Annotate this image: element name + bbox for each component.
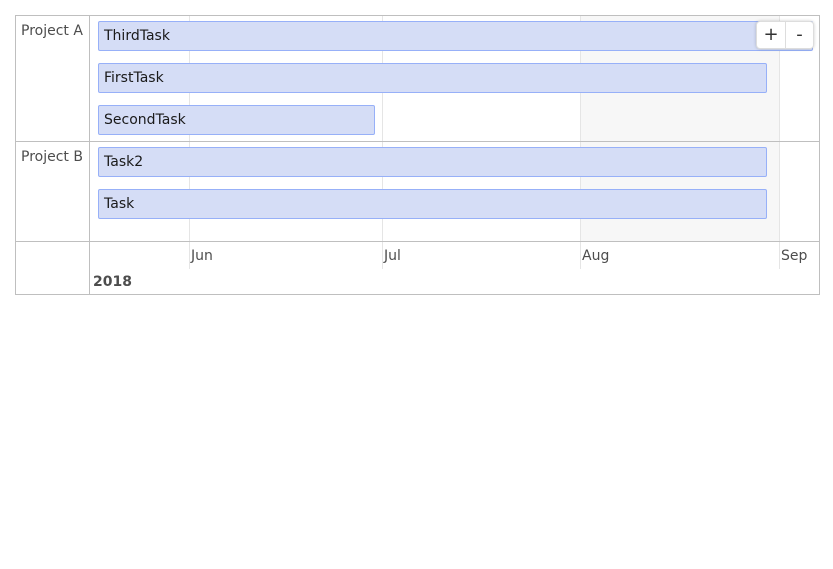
zoom-out-button[interactable]: - (785, 22, 813, 48)
timeline-center-panel[interactable]: ThirdTask FirstTask SecondTask Task2 Tas… (90, 16, 819, 294)
timeline-item[interactable]: FirstTask (98, 63, 767, 93)
timeline-item[interactable]: SecondTask (98, 105, 375, 135)
group-separator (90, 141, 819, 142)
timeline-item[interactable]: Task2 (98, 147, 767, 177)
timeline-item[interactable]: ThirdTask (98, 21, 813, 51)
zoom-in-button[interactable]: + (757, 22, 785, 48)
timeline[interactable]: Project A Project B ThirdTask FirstTask … (15, 15, 820, 295)
axis-label-aug: Aug (582, 248, 610, 264)
group-labels-panel: Project A Project B (16, 16, 90, 294)
timeline-item[interactable]: Task (98, 189, 767, 219)
axis-label-jun: Jun (191, 248, 213, 264)
axis-label-jul: Jul (384, 248, 401, 264)
axis-label-sep: Sep (781, 248, 808, 264)
group-label-project-a: Project A (16, 16, 89, 142)
group-label-project-b: Project B (16, 142, 89, 242)
axis-label-year: 2018 (93, 274, 132, 290)
axis-separator (90, 241, 819, 242)
zoom-controls: + - (756, 21, 814, 49)
